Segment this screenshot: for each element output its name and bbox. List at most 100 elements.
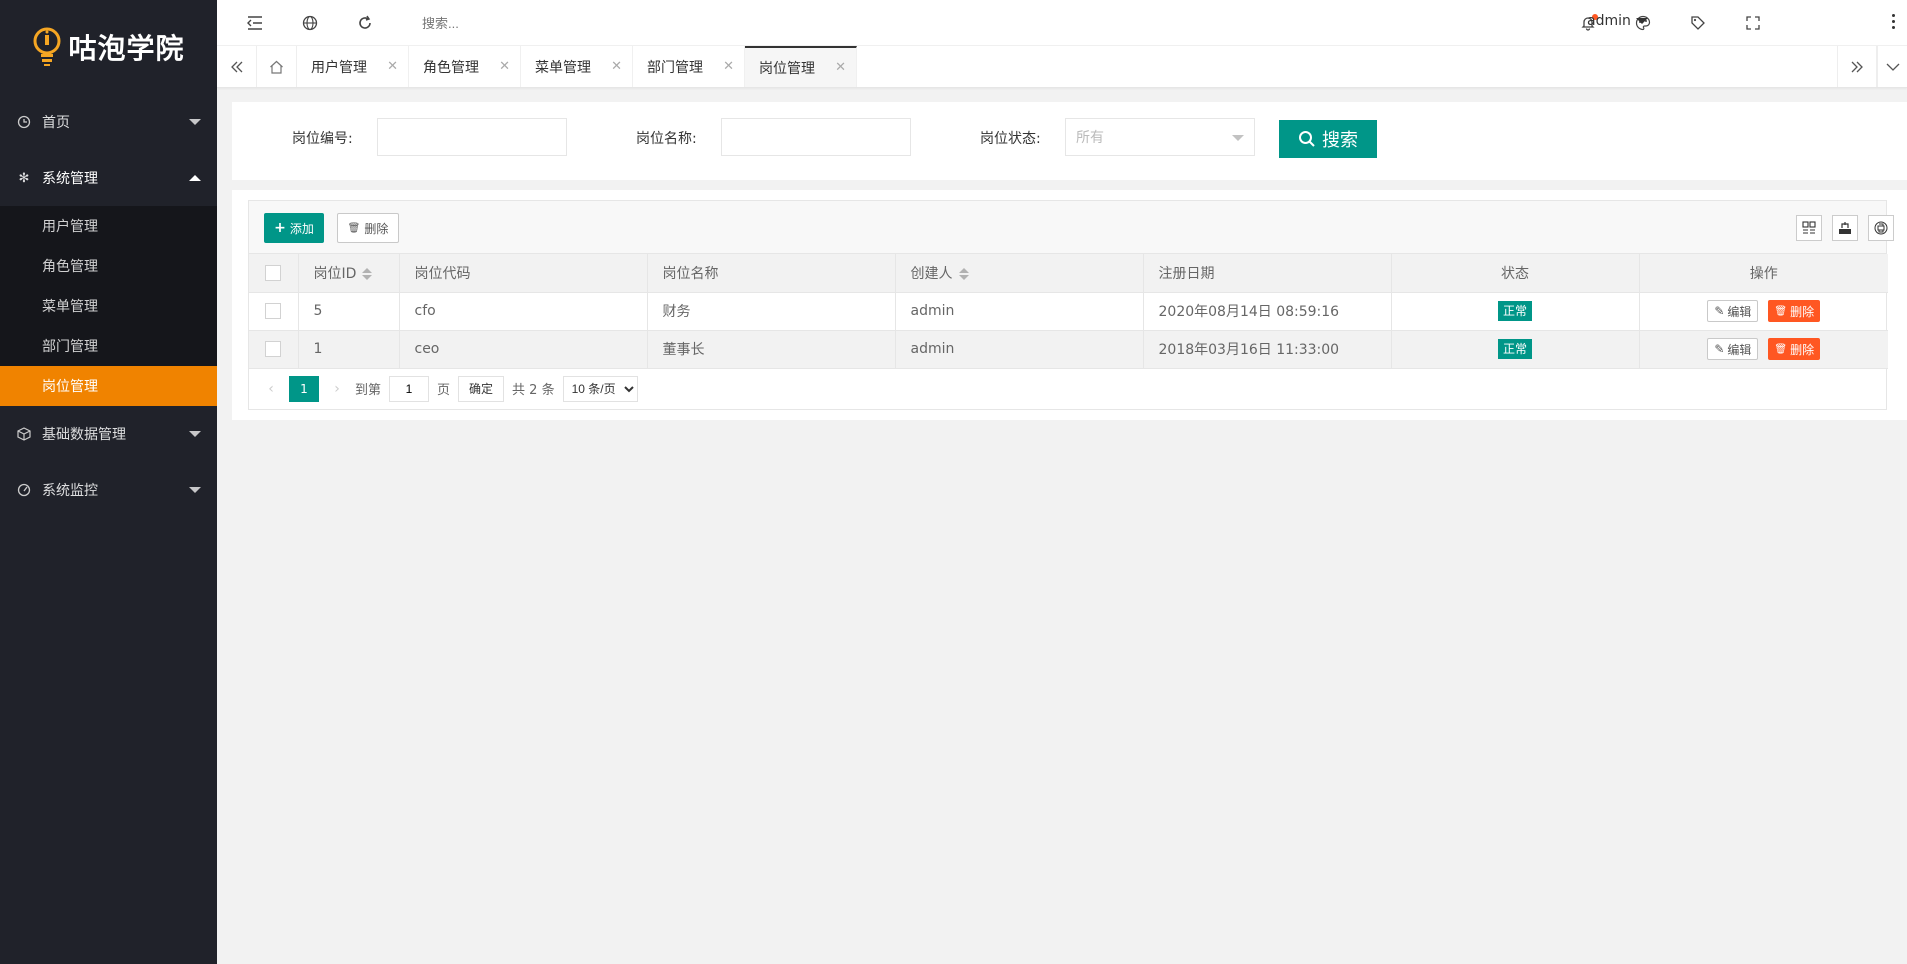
select-all-checkbox[interactable] — [265, 264, 282, 281]
sort-icon[interactable] — [362, 267, 373, 280]
tab-users[interactable]: 用户管理 ✕ — [297, 46, 409, 87]
cell-status: 正常 — [1391, 292, 1640, 331]
top-header: admin — [217, 0, 1907, 46]
cell-creator: admin — [895, 292, 1144, 331]
col-header-actions: 操作 — [1639, 254, 1888, 293]
cube-icon — [16, 426, 32, 442]
table-row: 1 ceo 董事长 admin 2018年03月16日 11:33:00 正常 … — [249, 330, 1888, 369]
col-header-status: 状态 — [1391, 254, 1640, 293]
cell-id: 5 — [298, 292, 400, 331]
menu-collapse-icon[interactable] — [245, 13, 265, 33]
sidebar-subitem-roles[interactable]: 角色管理 — [0, 246, 217, 286]
sidebar-item-basic-data[interactable]: 基础数据管理 — [0, 406, 217, 462]
goto-confirm-button[interactable]: 确定 — [458, 375, 505, 402]
cell-actions: ✎ 编辑 🗑 删除 — [1639, 330, 1888, 369]
edit-button[interactable]: ✎ 编辑 — [1707, 338, 1759, 360]
more-vertical-icon[interactable] — [1892, 14, 1896, 29]
sidebar-subitem-posts[interactable]: 岗位管理 — [0, 366, 217, 406]
sort-icon[interactable] — [958, 267, 969, 280]
close-icon[interactable]: ✕ — [499, 59, 510, 74]
sidebar-subitem-users[interactable]: 用户管理 — [0, 206, 217, 246]
tab-label: 岗位管理 — [759, 60, 815, 77]
table-toolbar: + 添加 🗑 删除 — [249, 201, 1894, 254]
home-icon — [16, 114, 32, 130]
sidebar-subitem-depts[interactable]: 部门管理 — [0, 326, 217, 366]
col-header-name: 岗位名称 — [647, 254, 896, 293]
logo: 咕泡学院 — [0, 0, 217, 94]
cell-date: 2018年03月16日 11:33:00 — [1143, 330, 1392, 369]
delete-button[interactable]: 🗑 删除 — [1768, 300, 1821, 322]
table-row: 5 cfo 财务 admin 2020年08月14日 08:59:16 正常 ✎… — [249, 292, 1888, 331]
goto-page-input[interactable] — [389, 375, 430, 402]
next-page-icon[interactable]: › — [327, 381, 347, 397]
user-menu[interactable]: admin — [1587, 13, 1648, 29]
lightbulb-icon — [33, 27, 61, 66]
col-label: 创建人 — [910, 265, 953, 282]
tabs-dropdown-icon[interactable] — [1877, 46, 1907, 87]
total-count: 共 2 条 — [512, 383, 555, 398]
page-size-select[interactable]: 10 条/页 — [562, 375, 638, 402]
sidebar-item-system[interactable]: ✻ 系统管理 — [0, 150, 217, 206]
batch-delete-button[interactable]: 🗑 删除 — [337, 213, 399, 243]
chevron-up-icon — [189, 175, 201, 181]
tab-depts[interactable]: 部门管理 ✕ — [633, 46, 745, 87]
col-header-id[interactable]: 岗位ID — [298, 254, 400, 293]
post-status-select[interactable]: 所有 — [1065, 118, 1255, 156]
sidebar-item-home[interactable]: 首页 — [0, 94, 217, 150]
page-number-current[interactable]: 1 — [289, 375, 319, 402]
sidebar-item-label: 系统管理 — [42, 171, 98, 187]
sidebar-item-monitor[interactable]: 系统监控 — [0, 462, 217, 518]
row-checkbox[interactable] — [265, 341, 282, 357]
close-icon[interactable]: ✕ — [611, 59, 622, 74]
tabs-scroll-left-icon[interactable] — [217, 46, 257, 87]
tabs-scroll-right-icon[interactable] — [1837, 46, 1877, 87]
tab-label: 角色管理 — [423, 59, 479, 76]
sidebar-item-label: 系统监控 — [42, 483, 98, 499]
row-select-cell — [249, 330, 299, 369]
edit-button[interactable]: ✎ 编辑 — [1707, 300, 1759, 322]
globe-icon[interactable] — [300, 13, 320, 33]
cell-actions: ✎ 编辑 🗑 删除 — [1639, 292, 1888, 331]
tag-icon[interactable] — [1688, 13, 1708, 33]
search-icon — [1299, 131, 1315, 147]
pagination: ‹ 1 › 到第 页 确定 共 2 条 10 条/页 — [249, 369, 1886, 409]
table-card: + 添加 🗑 删除 岗位ID 岗位代码 岗位名称 创建人 注册日期 状态 操作 … — [232, 190, 1907, 420]
post-table: 岗位ID 岗位代码 岗位名称 创建人 注册日期 状态 操作 5 cfo 财务 a… — [249, 254, 1888, 369]
tab-bar: 用户管理 ✕ 角色管理 ✕ 菜单管理 ✕ 部门管理 ✕ 岗位管理 ✕ — [217, 46, 1907, 88]
fullscreen-icon[interactable] — [1743, 13, 1763, 33]
data-table: + 添加 🗑 删除 岗位ID 岗位代码 岗位名称 创建人 注册日期 状态 操作 … — [248, 200, 1894, 410]
add-button-label: 添加 — [289, 221, 314, 236]
tab-label: 部门管理 — [647, 59, 703, 76]
post-code-input[interactable] — [377, 118, 567, 156]
tab-menus[interactable]: 菜单管理 ✕ — [521, 46, 633, 87]
status-badge: 正常 — [1497, 301, 1532, 321]
post-status-label: 岗位状态: — [980, 131, 1041, 147]
refresh-icon[interactable] — [355, 13, 375, 33]
col-header-creator[interactable]: 创建人 — [895, 254, 1144, 293]
cell-code: ceo — [399, 330, 648, 369]
tab-posts[interactable]: 岗位管理 ✕ — [745, 46, 857, 87]
add-button[interactable]: + 添加 — [264, 213, 324, 243]
export-icon[interactable] — [1832, 215, 1858, 241]
delete-button[interactable]: 🗑 删除 — [1768, 338, 1821, 360]
close-icon[interactable]: ✕ — [723, 59, 734, 74]
header-search-input[interactable] — [422, 12, 622, 34]
row-checkbox[interactable] — [265, 303, 282, 319]
tab-roles[interactable]: 角色管理 ✕ — [409, 46, 521, 87]
sidebar-item-label: 首页 — [42, 115, 70, 131]
tab-home-icon[interactable] — [257, 46, 297, 87]
tab-label: 菜单管理 — [535, 59, 591, 76]
columns-filter-icon[interactable] — [1796, 215, 1822, 241]
user-name: admin — [1587, 13, 1631, 29]
chevron-down-icon — [189, 487, 201, 493]
cell-id: 1 — [298, 330, 400, 369]
search-button[interactable]: 搜索 — [1279, 120, 1377, 158]
trash-icon: 🗑 — [1774, 343, 1788, 355]
close-icon[interactable]: ✕ — [387, 59, 398, 74]
close-icon[interactable]: ✕ — [835, 60, 846, 75]
print-icon[interactable] — [1868, 215, 1894, 241]
prev-page-icon[interactable]: ‹ — [261, 381, 281, 397]
post-name-input[interactable] — [721, 118, 911, 156]
cell-creator: admin — [895, 330, 1144, 369]
sidebar-subitem-menus[interactable]: 菜单管理 — [0, 286, 217, 326]
